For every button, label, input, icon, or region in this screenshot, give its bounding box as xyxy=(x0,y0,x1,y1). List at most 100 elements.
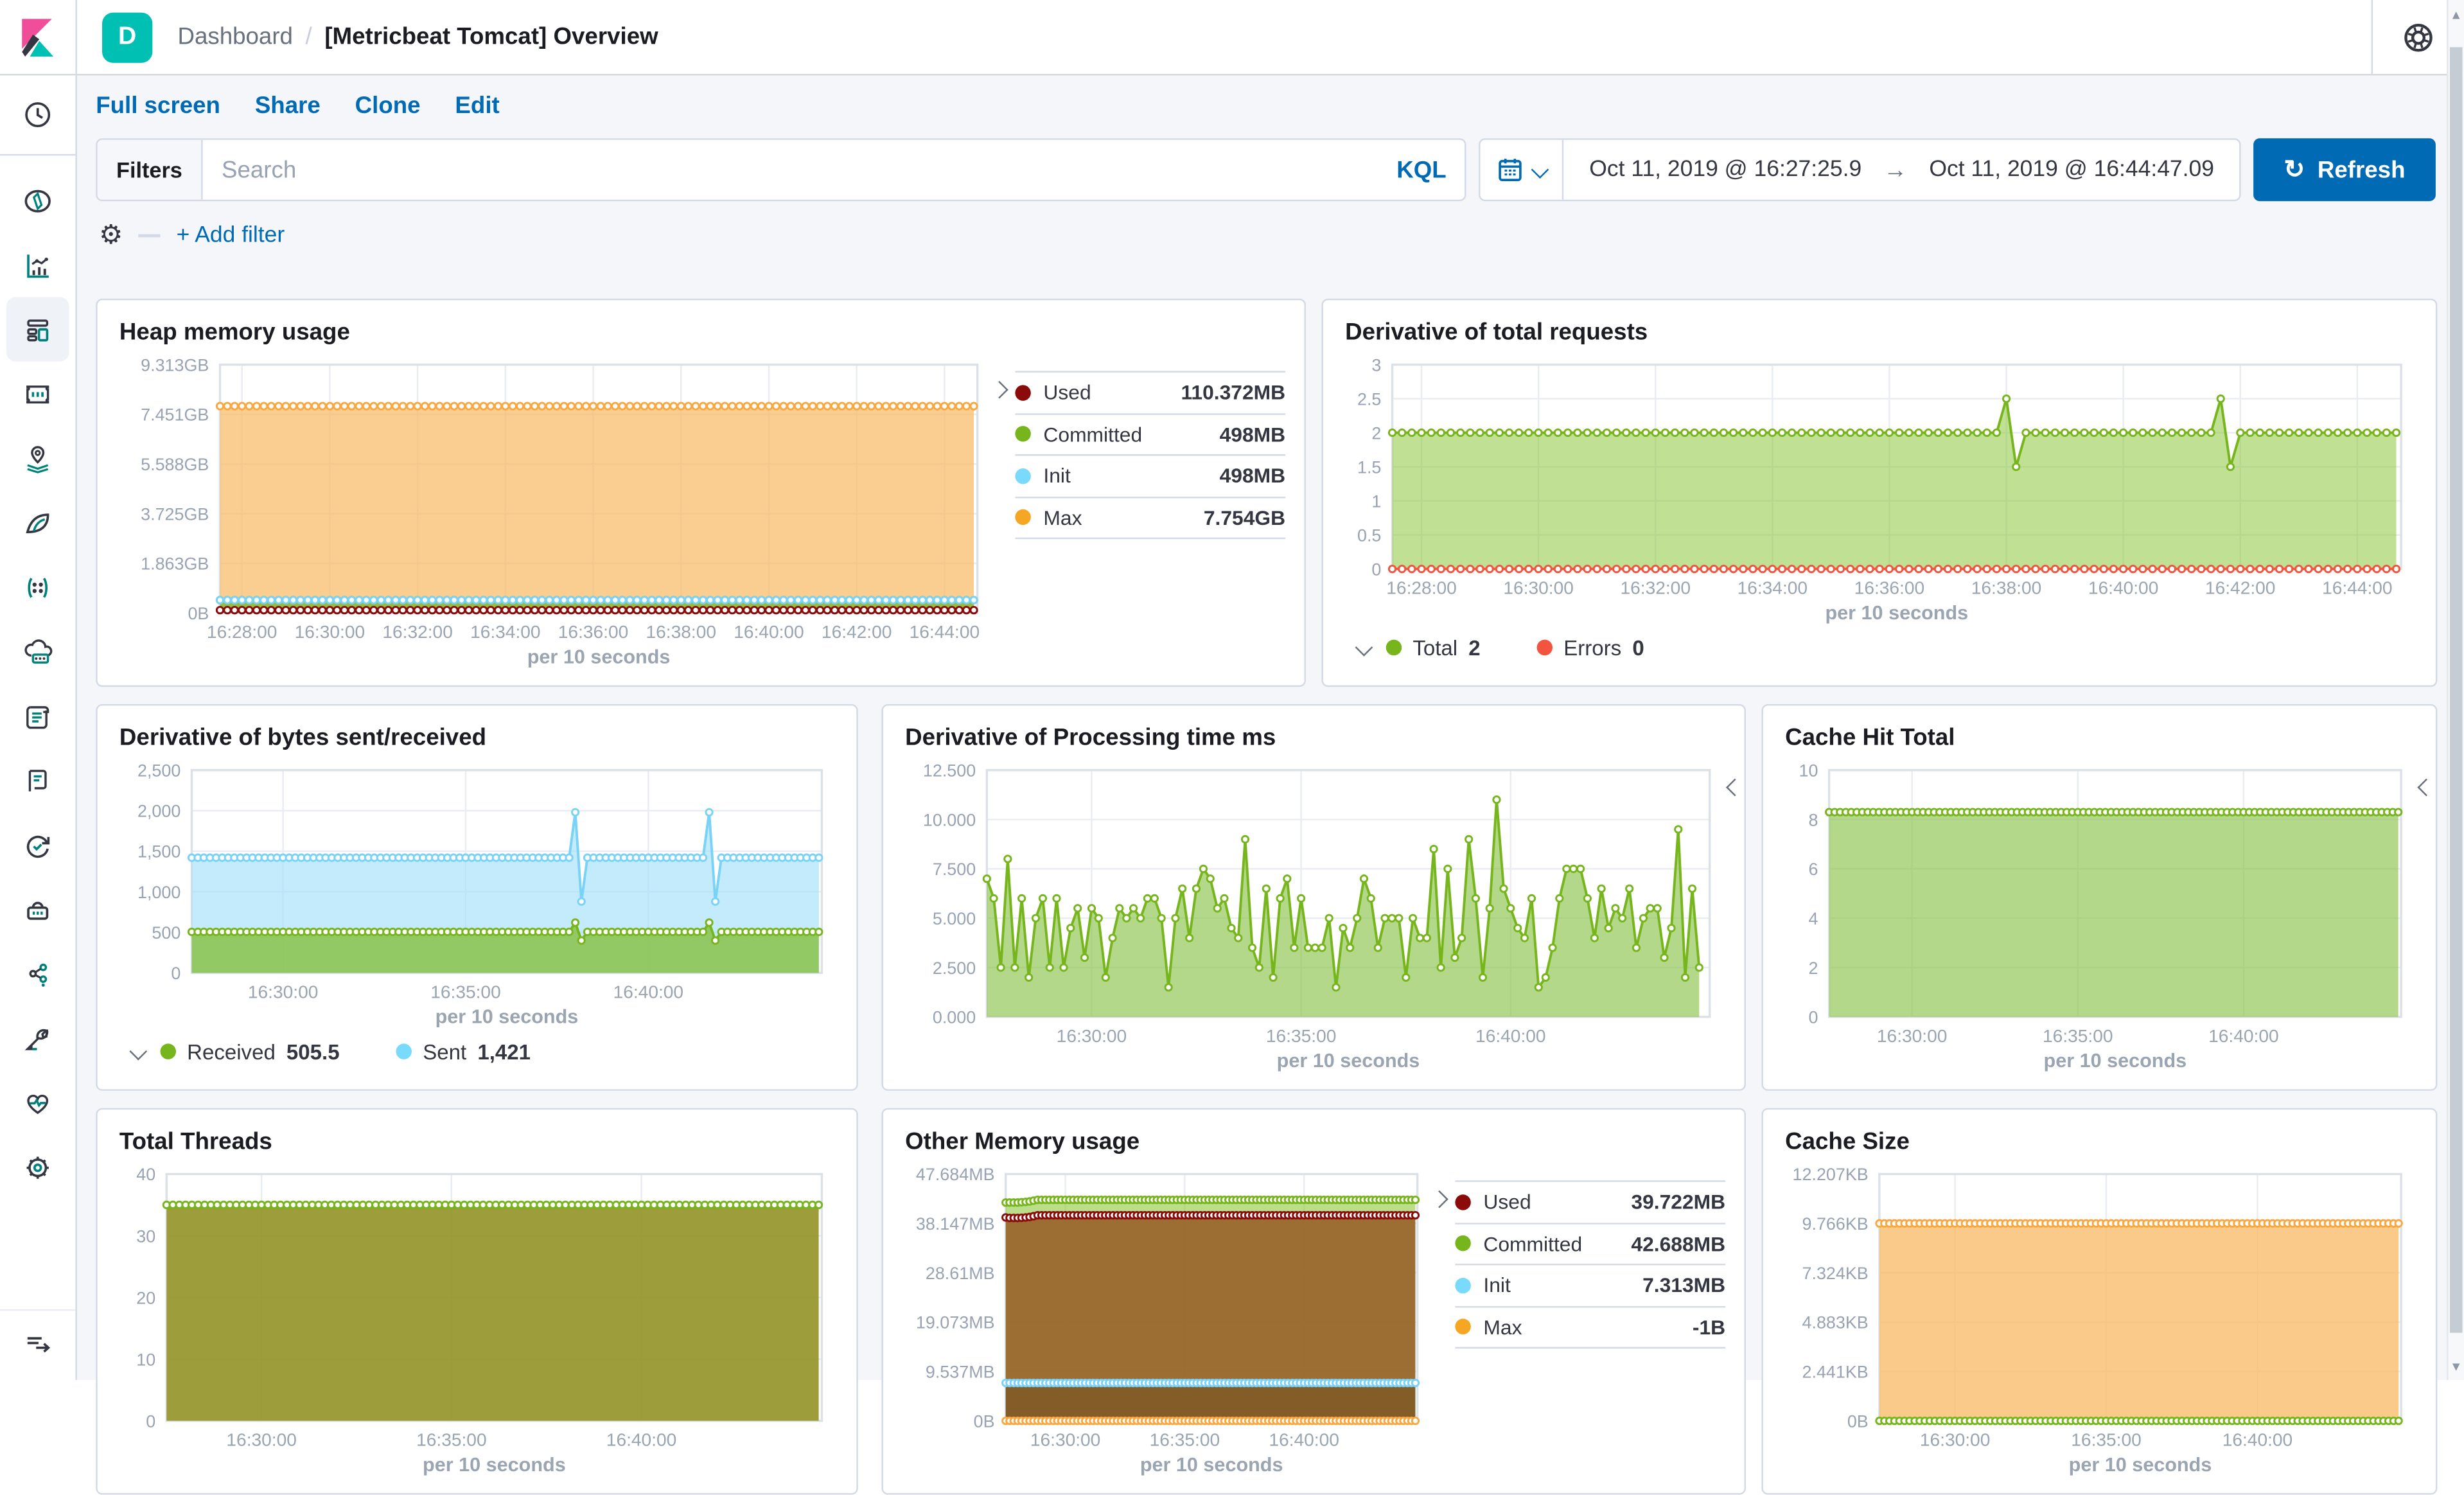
svg-text:0: 0 xyxy=(171,964,180,983)
svg-text:16:40:00: 16:40:00 xyxy=(734,622,804,642)
sidebar-item-machine-learning[interactable] xyxy=(0,490,75,554)
legend-expand-icon[interactable] xyxy=(990,381,1008,399)
main-content: Full screen Share Clone Edit Filters KQL… xyxy=(77,75,2464,1380)
legend-collapse-icon[interactable] xyxy=(1355,639,1373,657)
breadcrumb-dashboard[interactable]: Dashboard xyxy=(177,24,293,51)
svg-text:40: 40 xyxy=(136,1165,155,1184)
sidebar-item-visualize[interactable] xyxy=(0,233,75,297)
sidebar-item-uptime[interactable] xyxy=(0,813,75,877)
legend-item-committed[interactable]: Committed498MB xyxy=(1015,414,1285,456)
graph-dots-icon xyxy=(22,571,53,603)
sidebar-item-dashboard[interactable] xyxy=(6,297,69,361)
date-range-start[interactable]: Oct 11, 2019 @ 16:27:25.9 xyxy=(1589,157,1861,182)
legend-collapse-icon[interactable] xyxy=(129,1043,147,1061)
scroll-down-icon[interactable]: ▼ xyxy=(2448,1355,2463,1377)
legend-item-received[interactable]: Received505.5 xyxy=(161,1039,340,1063)
share-nodes-icon xyxy=(22,958,53,989)
ticket-icon xyxy=(22,378,53,409)
cache-size-chart[interactable]: 0B2.441KB4.883KB7.324KB9.766KB12.207KB16… xyxy=(1782,1162,2416,1478)
svg-text:16:30:00: 16:30:00 xyxy=(1503,578,1573,598)
sidebar-item-recently-viewed[interactable] xyxy=(0,75,75,155)
legend-item-max[interactable]: Max-1B xyxy=(1455,1307,1725,1349)
share-button[interactable]: Share xyxy=(255,93,321,119)
legend-expand-icon[interactable] xyxy=(1430,1190,1448,1208)
legend-item-total[interactable]: Total2 xyxy=(1386,636,1481,660)
heap-memory-chart[interactable]: 0B1.863GB3.725GB5.588GB7.451GB9.313GB16:… xyxy=(116,352,993,669)
legend-item-init[interactable]: Init498MB xyxy=(1015,456,1285,497)
total-threads-chart[interactable]: 01020304016:30:0016:35:0016:40:00per 10 … xyxy=(116,1162,838,1478)
legend-item-used[interactable]: Used39.722MB xyxy=(1455,1180,1725,1223)
panel-title: Cache Hit Total xyxy=(1785,725,2416,752)
legend-item-errors[interactable]: Errors0 xyxy=(1537,636,1644,660)
svg-text:30: 30 xyxy=(136,1226,155,1246)
sidebar-item-metrics[interactable] xyxy=(0,619,75,684)
svg-text:16:35:00: 16:35:00 xyxy=(430,982,500,1002)
breadcrumb: Dashboard / [Metricbeat Tomcat] Overview xyxy=(177,24,2371,51)
kibana-logo-icon xyxy=(17,17,58,58)
svg-text:per 10 seconds: per 10 seconds xyxy=(1140,1454,1283,1476)
svg-text:16:40:00: 16:40:00 xyxy=(2222,1430,2292,1450)
cache-hit-chart[interactable]: 024681016:30:0016:35:0016:40:00per 10 se… xyxy=(1782,757,2416,1074)
dashboard-menu: Full screen Share Clone Edit xyxy=(77,75,2464,135)
svg-text:16:34:00: 16:34:00 xyxy=(470,622,540,642)
sidebar-item-logs[interactable] xyxy=(0,684,75,748)
series-dot xyxy=(1455,1319,1470,1334)
sidebar-item-stack-monitoring[interactable] xyxy=(0,1070,75,1135)
add-filter-button[interactable]: + Add filter xyxy=(177,223,285,248)
clone-button[interactable]: Clone xyxy=(355,93,421,119)
sidebar-collapse-button[interactable] xyxy=(0,1309,75,1374)
processing-time-chart[interactable]: 0.0002.5005.0007.50010.00012.50016:30:00… xyxy=(902,757,1725,1074)
sidebar-item-graph[interactable] xyxy=(0,555,75,619)
other-memory-chart[interactable]: 0B9.537MB19.073MB28.61MB38.147MB47.684MB… xyxy=(902,1162,1433,1478)
sidebar-item-code[interactable] xyxy=(0,941,75,1005)
map-pin-icon xyxy=(22,443,53,474)
sidebar-item-dev-tools[interactable] xyxy=(0,1006,75,1070)
sidebar-item-siem[interactable] xyxy=(0,877,75,941)
svg-text:16:40:00: 16:40:00 xyxy=(606,1430,676,1450)
refresh-button[interactable]: ↻ Refresh xyxy=(2253,138,2436,201)
calendar-button[interactable] xyxy=(1481,140,1565,200)
legend-item-sent[interactable]: Sent1,421 xyxy=(396,1039,531,1063)
chart-legend: Used39.722MB Committed42.688MB Init7.313… xyxy=(1433,1162,1725,1478)
svg-text:16:38:00: 16:38:00 xyxy=(646,622,716,642)
svg-text:per 10 seconds: per 10 seconds xyxy=(1277,1050,1420,1072)
sidebar-item-discover[interactable] xyxy=(0,168,75,233)
svg-text:16:36:00: 16:36:00 xyxy=(1854,578,1924,598)
svg-text:9.766KB: 9.766KB xyxy=(1802,1214,1869,1234)
svg-text:16:40:00: 16:40:00 xyxy=(613,982,683,1002)
edit-button[interactable]: Edit xyxy=(455,93,499,119)
sidebar-item-canvas[interactable] xyxy=(0,362,75,426)
filters-button[interactable]: Filters xyxy=(98,140,203,200)
page-scrollbar[interactable]: ▲ ▼ xyxy=(2447,0,2464,1380)
total-requests-chart[interactable]: 00.511.522.5316:28:0016:30:0016:32:0016:… xyxy=(1342,352,2416,626)
date-range-end[interactable]: Oct 11, 2019 @ 16:44:47.09 xyxy=(1929,157,2214,182)
filter-options-gear-icon[interactable]: ⚙ xyxy=(99,220,123,251)
scroll-up-icon[interactable]: ▲ xyxy=(2448,3,2463,25)
legend-expand-icon[interactable] xyxy=(1726,779,1744,797)
legend-item-used[interactable]: Used110.372MB xyxy=(1015,371,1285,414)
svg-text:16:44:00: 16:44:00 xyxy=(910,622,980,642)
legend-item-init[interactable]: Init7.313MB xyxy=(1455,1265,1725,1307)
space-badge[interactable]: D xyxy=(102,12,152,62)
lock-case-icon xyxy=(22,894,53,925)
svg-text:1.5: 1.5 xyxy=(1357,457,1381,477)
scrollbar-thumb[interactable] xyxy=(2450,47,2463,1332)
kibana-dashboard-app: D Dashboard / [Metricbeat Tomcat] Overvi… xyxy=(0,0,2464,1380)
kql-button[interactable]: KQL xyxy=(1378,156,1465,183)
legend-item-committed[interactable]: Committed42.688MB xyxy=(1455,1224,1725,1266)
kibana-logo[interactable] xyxy=(0,0,77,74)
sidebar-item-management[interactable] xyxy=(0,1135,75,1199)
bytes-chart[interactable]: 05001,0001,5002,0002,50016:30:0016:35:00… xyxy=(116,757,838,1029)
series-dot xyxy=(1455,1277,1470,1293)
svg-text:16:35:00: 16:35:00 xyxy=(2043,1026,2113,1046)
sidebar-item-maps[interactable] xyxy=(0,426,75,490)
app-sidebar xyxy=(0,75,77,1380)
legend-item-max[interactable]: Max7.754GB xyxy=(1015,497,1285,539)
sidebar-item-apm[interactable] xyxy=(0,748,75,812)
svg-text:0B: 0B xyxy=(188,604,209,623)
legend-expand-icon[interactable] xyxy=(2417,779,2435,797)
help-icon[interactable] xyxy=(2401,20,2436,55)
svg-text:2.441KB: 2.441KB xyxy=(1802,1363,1869,1382)
full-screen-button[interactable]: Full screen xyxy=(96,93,220,119)
search-input[interactable] xyxy=(203,156,1378,183)
